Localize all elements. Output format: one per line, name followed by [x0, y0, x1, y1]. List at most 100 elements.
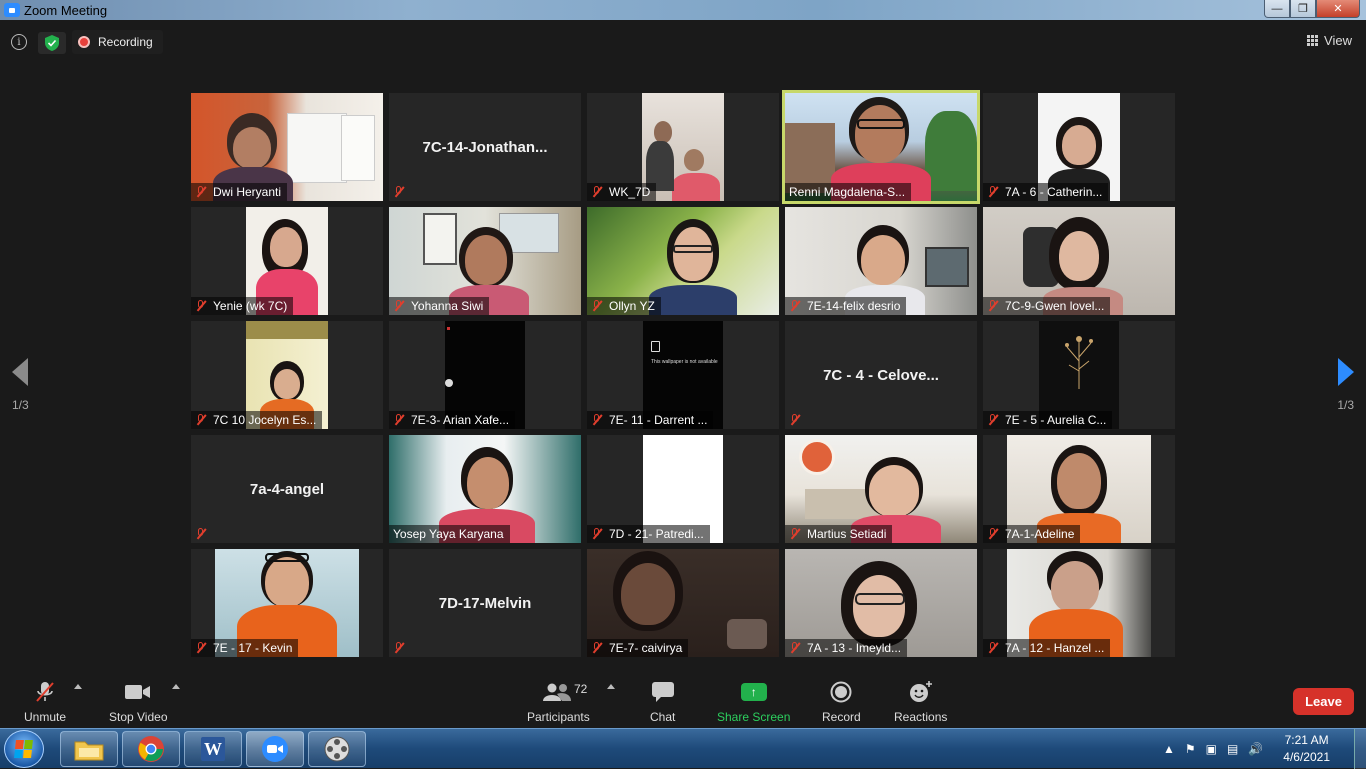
- participant-name-tag: Yohanna Siwi: [389, 297, 490, 315]
- previous-page-nav[interactable]: 1/3: [12, 358, 29, 412]
- muted-mic-icon: [987, 300, 998, 312]
- participant-tile[interactable]: 7C-9-Gwen lovel...: [983, 207, 1175, 315]
- participant-name: 7C 10 Jocelyn Es...: [213, 413, 317, 427]
- clock-time: 7:21 AM: [1284, 733, 1329, 747]
- video-options-caret-icon[interactable]: [172, 684, 180, 689]
- network-icon[interactable]: ▤: [1227, 742, 1238, 756]
- reactions-button[interactable]: Reactions: [894, 680, 947, 724]
- participant-tile[interactable]: 7D-17-Melvin: [389, 549, 581, 657]
- taskbar-zoom[interactable]: [246, 731, 304, 767]
- participant-tile[interactable]: 7A - 12 - Hanzel ...: [983, 549, 1175, 657]
- start-button[interactable]: [4, 730, 44, 768]
- participant-name-tag: Yenie (wk 7C): [191, 297, 294, 315]
- muted-mic-icon: [393, 414, 404, 426]
- participant-name: 7E - 17 - Kevin: [213, 641, 293, 655]
- participant-name: Yohanna Siwi: [411, 299, 484, 313]
- muted-mic-icon: [591, 642, 602, 654]
- active-speaker-tile[interactable]: Renni Magdalena-S...: [782, 90, 980, 204]
- participant-tile[interactable]: 7E - 5 - Aurelia C...: [983, 321, 1175, 429]
- muted-mic-icon: [195, 186, 206, 198]
- system-tray: ▲ ⚑ ▣ ▤ 🔊 7:21 AM 4/6/2021: [1163, 729, 1330, 769]
- participant-name: 7E - 5 - Aurelia C...: [1005, 413, 1107, 427]
- participant-tile[interactable]: 7E-3- Arian Xafe...: [389, 321, 581, 429]
- audio-options-caret-icon[interactable]: [74, 684, 82, 689]
- unmute-button[interactable]: Unmute: [24, 680, 66, 724]
- security-shield-icon[interactable]: [38, 32, 66, 54]
- participant-tile[interactable]: 7A-1-Adeline: [983, 435, 1175, 543]
- participant-name-tag: 7E - 5 - Aurelia C...: [983, 411, 1113, 429]
- participant-tile[interactable]: Dwi Heryanti: [191, 93, 383, 201]
- participant-tile[interactable]: 7E-7- caivirya: [587, 549, 779, 657]
- show-desktop-button[interactable]: [1354, 729, 1366, 769]
- arrow-left-icon[interactable]: [12, 358, 29, 386]
- participant-name-tag: 7D - 21- Patredi...: [587, 525, 710, 543]
- chat-label: Chat: [650, 710, 676, 724]
- muted-mic-icon: [789, 414, 800, 426]
- muted-mic-icon: [789, 300, 800, 312]
- taskbar-file-explorer[interactable]: [60, 731, 118, 767]
- participant-tile[interactable]: Martius Setiadi: [785, 435, 977, 543]
- participant-tile[interactable]: Yenie (wk 7C): [191, 207, 383, 315]
- show-hidden-icons-icon[interactable]: ▲: [1163, 742, 1175, 756]
- view-button[interactable]: View: [1307, 33, 1352, 48]
- participant-tile[interactable]: 7E - 17 - Kevin: [191, 549, 383, 657]
- participant-name-tag: 7E-7- caivirya: [587, 639, 689, 657]
- unmute-label: Unmute: [24, 710, 67, 724]
- share-screen-icon: ↑: [740, 680, 767, 704]
- participant-name: 7E-3- Arian Xafe...: [411, 413, 510, 427]
- taskbar-media-player[interactable]: [308, 731, 366, 767]
- muted-mic-icon: [393, 642, 404, 654]
- participant-tile[interactable]: Yohanna Siwi: [389, 207, 581, 315]
- participant-tile[interactable]: 7C 10 Jocelyn Es...: [191, 321, 383, 429]
- participant-tile[interactable]: 7A - 6 - Catherin...: [983, 93, 1175, 201]
- muted-mic-icon: [789, 642, 800, 654]
- stop-video-button[interactable]: Stop Video: [109, 680, 168, 724]
- muted-mic-icon: [987, 642, 998, 654]
- participant-tile[interactable]: 7D - 21- Patredi...: [587, 435, 779, 543]
- participant-tile[interactable]: This wallpaper is not available 7E- 11 -…: [587, 321, 779, 429]
- participant-tile[interactable]: Ollyn YZ: [587, 207, 779, 315]
- participant-tile[interactable]: 7A - 13 - Imeyld...: [785, 549, 977, 657]
- participant-tile[interactable]: 7a-4-angel: [191, 435, 383, 543]
- muted-mic-icon: [393, 300, 404, 312]
- recording-indicator[interactable]: Recording: [72, 30, 163, 54]
- minimize-button[interactable]: —: [1264, 0, 1290, 18]
- participant-tile[interactable]: WK_7D: [587, 93, 779, 201]
- participant-tile[interactable]: 7E-14-felix desrio: [785, 207, 977, 315]
- leave-button[interactable]: Leave: [1293, 688, 1354, 715]
- participant-name-tag: [785, 411, 813, 429]
- close-button[interactable]: ✕: [1316, 0, 1360, 18]
- device-icon[interactable]: ▣: [1206, 742, 1217, 756]
- participant-name-tag: Renni Magdalena-S...: [785, 183, 912, 201]
- meeting-info-icon[interactable]: i: [11, 34, 27, 50]
- stop-video-label: Stop Video: [109, 710, 168, 724]
- muted-mic-icon: [987, 186, 998, 198]
- video-overlay-text: This wallpaper is not available: [651, 359, 718, 365]
- taskbar-word[interactable]: W: [184, 731, 242, 767]
- participant-name: Yosep Yaya Karyana: [393, 527, 504, 541]
- volume-icon[interactable]: 🔊: [1248, 742, 1263, 756]
- participant-name: Yenie (wk 7C): [213, 299, 288, 313]
- next-page-nav[interactable]: 1/3: [1337, 358, 1354, 412]
- participant-tile[interactable]: Yosep Yaya Karyana: [389, 435, 581, 543]
- muted-mic-icon: [195, 642, 206, 654]
- participant-name: Dwi Heryanti: [213, 185, 282, 199]
- participant-tile[interactable]: 7C-14-Jonathan...: [389, 93, 581, 201]
- windows-taskbar: W ▲ ⚑ ▣ ▤ 🔊 7:21 AM 4/6/2021: [0, 728, 1366, 769]
- action-center-flag-icon[interactable]: ⚑: [1185, 742, 1196, 756]
- taskbar-clock[interactable]: 7:21 AM 4/6/2021: [1283, 732, 1330, 766]
- participant-name-tag: 7E-3- Arian Xafe...: [389, 411, 516, 429]
- chat-button[interactable]: Chat: [650, 680, 675, 724]
- window-controls: — ❐ ✕: [1264, 0, 1360, 18]
- participant-tile[interactable]: 7C - 4 - Celove...: [785, 321, 977, 429]
- taskbar-chrome[interactable]: [122, 731, 180, 767]
- arrow-right-icon[interactable]: [1337, 358, 1354, 386]
- participant-display-name: 7C - 4 - Celove...: [823, 366, 939, 384]
- share-screen-button[interactable]: ↑ Share Screen: [717, 680, 790, 724]
- window-title: Zoom Meeting: [24, 2, 108, 18]
- participant-name: 7E- 11 - Darrent ...: [609, 413, 708, 427]
- participants-options-caret-icon[interactable]: [607, 684, 615, 689]
- record-button[interactable]: Record: [822, 680, 861, 724]
- reactions-label: Reactions: [894, 710, 948, 724]
- maximize-button[interactable]: ❐: [1290, 0, 1316, 18]
